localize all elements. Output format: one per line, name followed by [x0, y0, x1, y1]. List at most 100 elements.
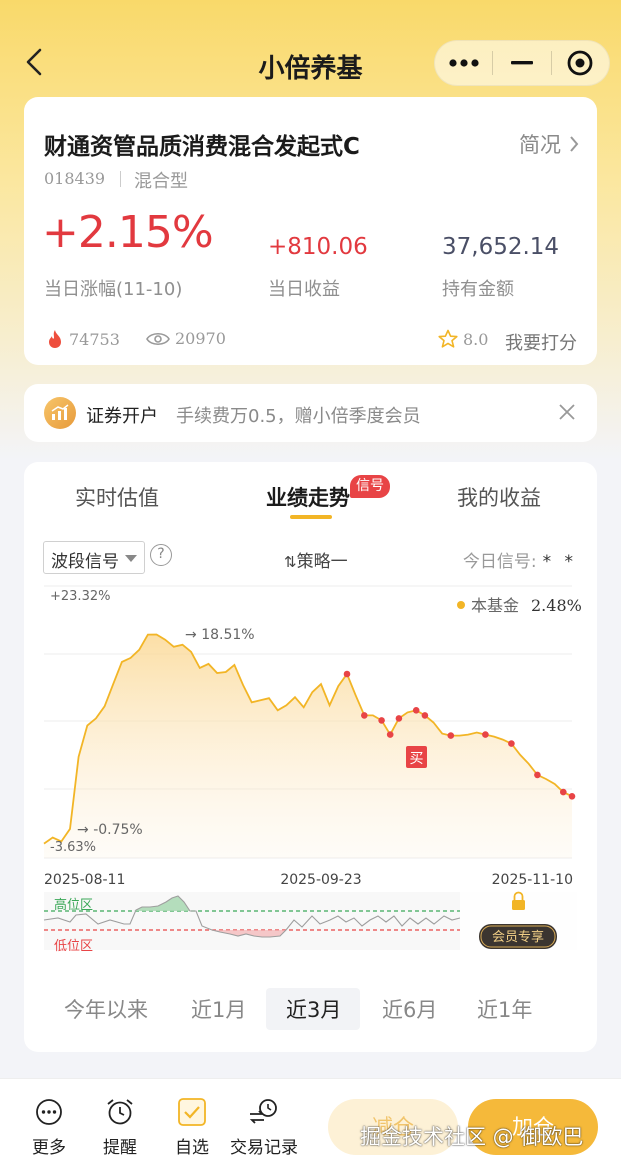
promo-banner[interactable]: 证券开户 手续费万0.5，赠小倍季度会员 [24, 384, 597, 442]
today-signal: 今日信号: * * [463, 547, 577, 572]
fund-summary-card: 财通资管品质消费混合发起式C 简况 018439 混合型 +2.15% 当日涨幅… [24, 97, 597, 365]
nav-label: 更多 [32, 1138, 66, 1158]
holding-label: 持有金额 [442, 279, 514, 300]
daily-profit-value: +810.06 [268, 234, 368, 260]
checkbox-icon [170, 1095, 214, 1129]
views-stat: 20970 [146, 329, 226, 348]
bottom-bar: 更多 提醒 自选 交易记录 减仓 加仓 掘金技术社区 @ 御欧巴 [0, 1078, 621, 1170]
minimize-icon [510, 61, 533, 65]
close-icon[interactable] [555, 400, 579, 424]
divider [120, 171, 121, 187]
low-zone-label: 低位区 [54, 939, 93, 954]
brief-label: 简况 [519, 133, 561, 157]
today-signal-label: 今日信号: [462, 552, 537, 572]
star-icon [438, 329, 458, 348]
high-zone-label: 高位区 [54, 897, 93, 913]
time-range-selector: 今年以来 近1月 近3月 近6月 近1年 [24, 984, 597, 1030]
help-icon[interactable]: ? [150, 544, 172, 566]
signal-point [343, 670, 351, 678]
nav-label: 提醒 [103, 1138, 137, 1158]
signal-point [421, 712, 429, 719]
signal-point [395, 715, 403, 722]
legend-name: 本基金 [471, 596, 519, 615]
fire-icon [49, 330, 61, 348]
range-6m[interactable]: 近6月 [382, 994, 437, 1024]
nav-reminder[interactable]: 提醒 [98, 1095, 142, 1158]
mini-program-capsule [434, 40, 610, 86]
more-icon [28, 1095, 70, 1129]
signal-point [447, 732, 455, 739]
eye-icon [146, 332, 170, 345]
member-only-button[interactable]: 会员专享 [479, 924, 557, 949]
brief-link[interactable]: 简况 [519, 129, 579, 159]
fund-name: 财通资管品质消费混合发起式C [44, 134, 360, 160]
daily-change-label: 当日涨幅(11-10) [44, 279, 183, 300]
legend-value: 2.48% [531, 596, 582, 615]
active-tab-indicator [290, 515, 332, 519]
signal-point [534, 771, 541, 779]
signal-point [560, 788, 567, 796]
minimize-button[interactable] [493, 41, 550, 85]
tab-my-earnings[interactable]: 我的收益 [457, 482, 541, 512]
x-tick-label: 2025-08-11 [44, 872, 125, 888]
nav-trade-record[interactable]: 交易记录 [228, 1095, 300, 1158]
caret-down-icon [125, 555, 137, 562]
brokerage-icon [44, 397, 76, 429]
nav-label: 自选 [175, 1138, 209, 1158]
range-ytd[interactable]: 今年以来 [64, 994, 148, 1024]
range-3m[interactable]: 近3月 [286, 994, 341, 1024]
rating-stat: 8.0 [438, 329, 488, 349]
nav-watchlist[interactable]: 自选 [170, 1095, 214, 1158]
strategy-label: 策略一 [296, 552, 348, 572]
strategy-switch[interactable]: ⇅策略一 [284, 547, 348, 572]
signal-point [386, 731, 394, 738]
trade-record-icon [228, 1095, 300, 1129]
legend-dot [457, 601, 465, 609]
tab-realtime-estimate[interactable]: 实时估值 [75, 482, 159, 512]
promo-description: 手续费万0.5，赠小倍季度会员 [176, 406, 421, 427]
heat-stat: 74753 [46, 329, 120, 349]
min-annotation: → -0.75% [77, 822, 143, 838]
signal-point [412, 707, 420, 714]
signal-point [482, 731, 489, 738]
heat-count: 74753 [69, 329, 120, 349]
watermark: 掘金技术社区 @ 御欧巴 [360, 1125, 584, 1149]
rate-button[interactable]: 我要打分 [505, 329, 577, 355]
performance-card: 实时估值 业绩走势 信号 我的收益 波段信号 ? ⇅策略一 今日信号: * * +… [24, 462, 597, 1052]
close-miniprogram-button[interactable] [552, 41, 609, 85]
rating-value: 8.0 [463, 329, 489, 349]
buy-marker: 买 [406, 746, 427, 768]
daily-change-value: +2.15% [42, 207, 214, 258]
dots-icon [449, 59, 479, 67]
alarm-icon [98, 1095, 142, 1129]
more-menu-button[interactable] [435, 41, 492, 85]
signal-zone-chart: 高位区 低位区 会员专享 [43, 891, 577, 954]
fund-code: 018439 [44, 169, 106, 188]
chevron-right-icon [570, 136, 579, 152]
fund-type: 混合型 [134, 171, 188, 192]
promo-title: 证券开户 [86, 406, 158, 427]
range-1y[interactable]: 近1年 [477, 994, 532, 1024]
views-count: 20970 [175, 329, 226, 348]
x-tick-label: 2025-11-10 [492, 872, 573, 888]
target-icon [567, 50, 593, 76]
daily-profit-label: 当日收益 [268, 279, 340, 300]
nav-label: 交易记录 [230, 1138, 298, 1158]
range-1m[interactable]: 近1月 [191, 994, 246, 1024]
swap-icon: ⇅ [284, 553, 297, 571]
buy-marker-label: 买 [410, 751, 424, 767]
max-annotation: → 18.51% [185, 627, 255, 643]
signal-point [361, 712, 368, 719]
signal-badge: 信号 [350, 475, 390, 498]
performance-chart: +23.32% -3.63% 本基金 2.48% → 18.51% → -0.7… [43, 585, 582, 954]
signal-point [378, 717, 385, 724]
nav-more[interactable]: 更多 [28, 1095, 70, 1158]
signal-point [508, 740, 515, 747]
signal-type-select[interactable]: 波段信号 [43, 541, 145, 574]
y-min-label: -3.63% [50, 840, 96, 855]
member-only-label: 会员专享 [492, 929, 544, 945]
tab-performance-trend[interactable]: 业绩走势 [266, 482, 350, 512]
x-tick-label: 2025-09-23 [280, 872, 361, 888]
signal-point [568, 793, 576, 800]
signal-type-value: 波段信号 [51, 552, 119, 572]
